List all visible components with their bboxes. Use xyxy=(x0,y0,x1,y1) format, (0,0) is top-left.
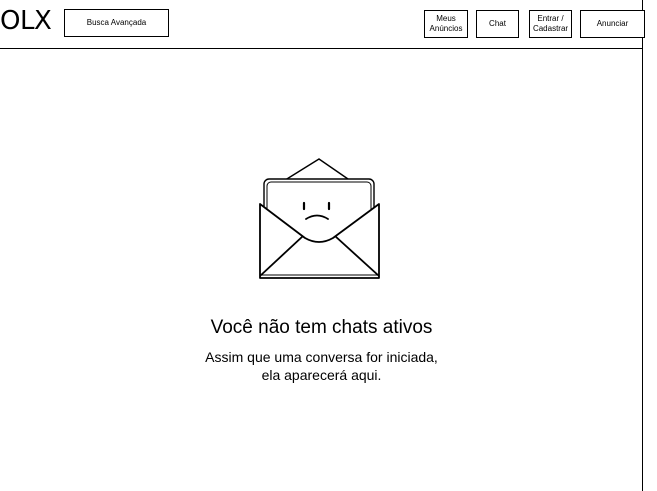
post-ad-label: Anunciar xyxy=(596,19,629,28)
chat-button[interactable]: Chat xyxy=(476,10,519,38)
login-register-label: Entrar / Cadastrar xyxy=(532,14,569,33)
empty-state-description: Assim que uma conversa for iniciada, ela… xyxy=(205,349,438,383)
my-ads-button[interactable]: Meus Anúncios xyxy=(424,10,468,38)
sad-envelope-icon xyxy=(259,158,380,279)
advanced-search-label: Busca Avançada xyxy=(86,18,147,27)
advanced-search-button[interactable]: Busca Avançada xyxy=(64,9,169,37)
app-frame: OLX Busca Avançada Meus Anúncios Chat En… xyxy=(0,0,645,491)
empty-state-title: Você não tem chats ativos xyxy=(210,317,433,338)
login-register-button[interactable]: Entrar / Cadastrar xyxy=(529,10,572,38)
top-header: OLX Busca Avançada Meus Anúncios Chat En… xyxy=(0,0,645,49)
my-ads-label: Meus Anúncios xyxy=(429,14,463,33)
olx-logo[interactable]: OLX xyxy=(0,6,52,36)
chat-label: Chat xyxy=(489,19,506,28)
post-ad-button[interactable]: Anunciar xyxy=(580,10,645,38)
